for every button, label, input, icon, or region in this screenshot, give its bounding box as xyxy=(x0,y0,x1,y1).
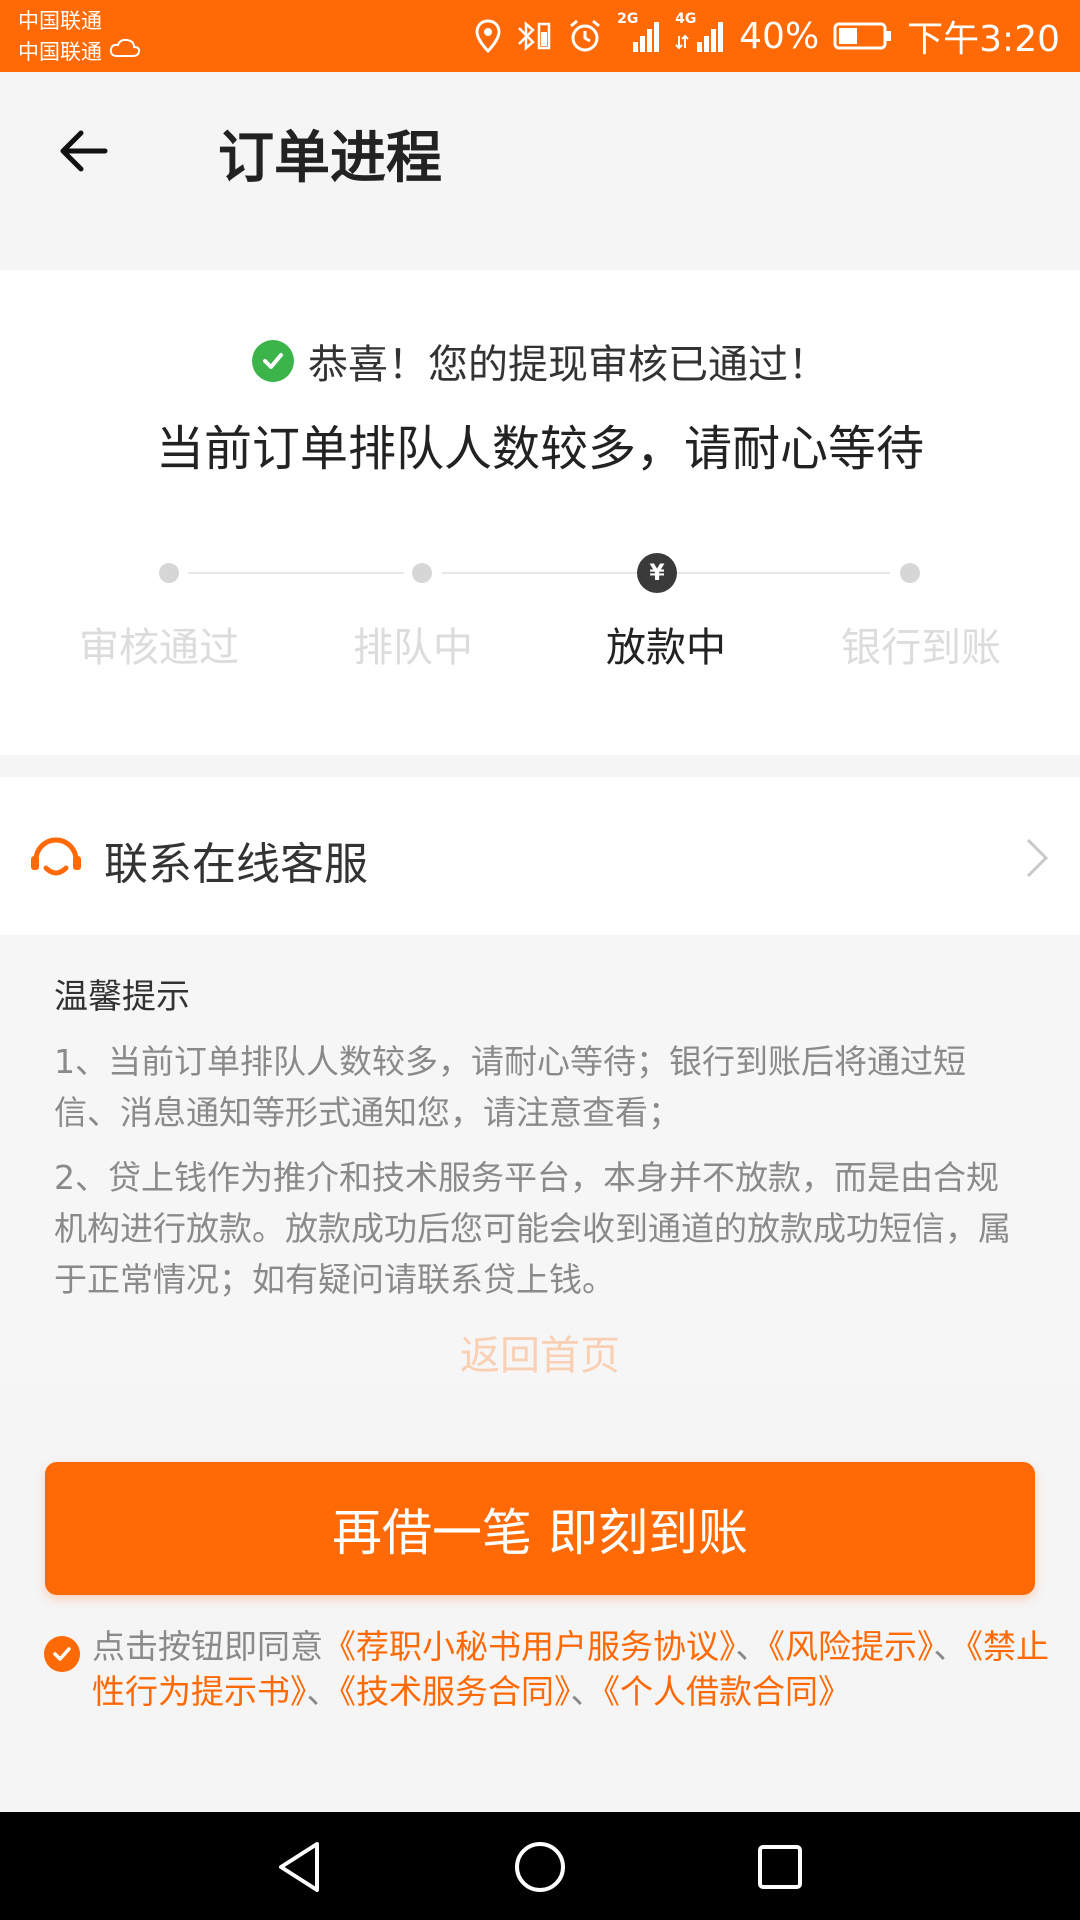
battery-percent: 40% xyxy=(739,15,820,57)
nav-back-button[interactable] xyxy=(270,1837,330,1897)
step-label-disbursing: 放款中 xyxy=(606,625,726,671)
clock-time: 下午3:20 xyxy=(907,19,1060,60)
back-home-clip: 返回首页 xyxy=(0,1328,1080,1385)
nav-recents-button[interactable] xyxy=(750,1837,810,1897)
back-home-link[interactable]: 返回首页 xyxy=(0,1328,1080,1384)
step-connector xyxy=(188,572,404,574)
contact-service-label: 联系在线客服 xyxy=(104,839,368,890)
success-message-row: 恭喜！您的提现审核已通过！ xyxy=(0,332,1080,390)
step-dot-queue xyxy=(412,563,432,583)
step-dot-bank xyxy=(900,563,920,583)
signal-2g-label: 2G xyxy=(617,11,639,27)
nav-home-button[interactable] xyxy=(510,1837,570,1897)
chevron-right-icon xyxy=(1022,836,1052,880)
step-label-review: 审核通过 xyxy=(79,625,239,671)
step-dot-review xyxy=(159,563,179,583)
step-connector xyxy=(442,572,638,574)
carrier-2: 中国联通 xyxy=(18,40,102,64)
back-button[interactable] xyxy=(48,115,120,187)
triangle-back-icon xyxy=(279,1842,319,1892)
cloud-icon xyxy=(108,36,142,68)
agreement-checkbox[interactable] xyxy=(44,1636,80,1672)
carrier-info: 中国联通 中国联通 xyxy=(18,6,142,68)
agreement-separator: 、 xyxy=(306,1672,340,1711)
check-icon xyxy=(53,1647,71,1661)
agreement-separator: 、 xyxy=(570,1672,604,1711)
tip-item-2: 2、贷上钱作为推介和技术服务平台，本身并不放款，而是由合规机构进行放款。放款成功… xyxy=(54,1158,1011,1299)
step-label-queue: 排队中 xyxy=(353,625,473,671)
queue-message: 当前订单排队人数较多，请耐心等待 xyxy=(155,421,924,477)
agreement-link-tech-service[interactable]: 《技术服务合同》 xyxy=(340,1672,571,1711)
bluetooth-battery-icon xyxy=(515,18,553,54)
check-circle-icon xyxy=(252,340,294,382)
arrow-left-icon xyxy=(60,130,108,172)
signal-2g-icon: 2G xyxy=(617,12,661,54)
battery-icon xyxy=(833,21,893,51)
borrow-again-button[interactable]: 再借一笔 即刻到账 xyxy=(45,1462,1035,1595)
yen-icon: ¥ xyxy=(637,553,677,593)
step-connector xyxy=(676,572,890,574)
square-recents-icon xyxy=(758,1845,802,1889)
status-icons: 2G 4G 40% 下午3:20 xyxy=(475,10,1060,62)
tip-item-1: 1、当前订单排队人数较多，请耐心等待；银行到账后将通过短信、消息通知等形式通知您… xyxy=(54,1042,966,1132)
alarm-icon xyxy=(567,18,603,54)
tips-title: 温馨提示 xyxy=(54,977,190,1017)
agreement-link-user-service[interactable]: 《荐职小秘书用户服务协议》 xyxy=(323,1627,736,1666)
circle-home-icon xyxy=(515,1842,565,1892)
signal-4g-icon: 4G xyxy=(675,12,725,54)
agreement-separator: 、 xyxy=(933,1627,967,1666)
agreement-link-personal-loan[interactable]: 《个人借款合同》 xyxy=(604,1672,852,1711)
page-title: 订单进程 xyxy=(218,126,442,191)
app-header xyxy=(0,72,1080,240)
signal-4g-label: 4G xyxy=(675,11,697,27)
agreement-prefix: 点击按钮即同意 xyxy=(92,1627,323,1666)
agreement-separator: 、 xyxy=(735,1627,769,1666)
customer-service-icon xyxy=(28,832,84,888)
agreement-text: 点击按钮即同意《荐职小秘书用户服务协议》、《风险提示》、《禁止性行为提示书》、《… xyxy=(92,1624,1052,1714)
step-label-bank: 银行到账 xyxy=(841,625,1001,671)
carrier-1: 中国联通 xyxy=(18,9,102,33)
agreement-link-risk[interactable]: 《风险提示》 xyxy=(769,1627,934,1666)
location-icon xyxy=(475,19,501,53)
success-message: 恭喜！您的提现审核已通过！ xyxy=(308,342,828,388)
